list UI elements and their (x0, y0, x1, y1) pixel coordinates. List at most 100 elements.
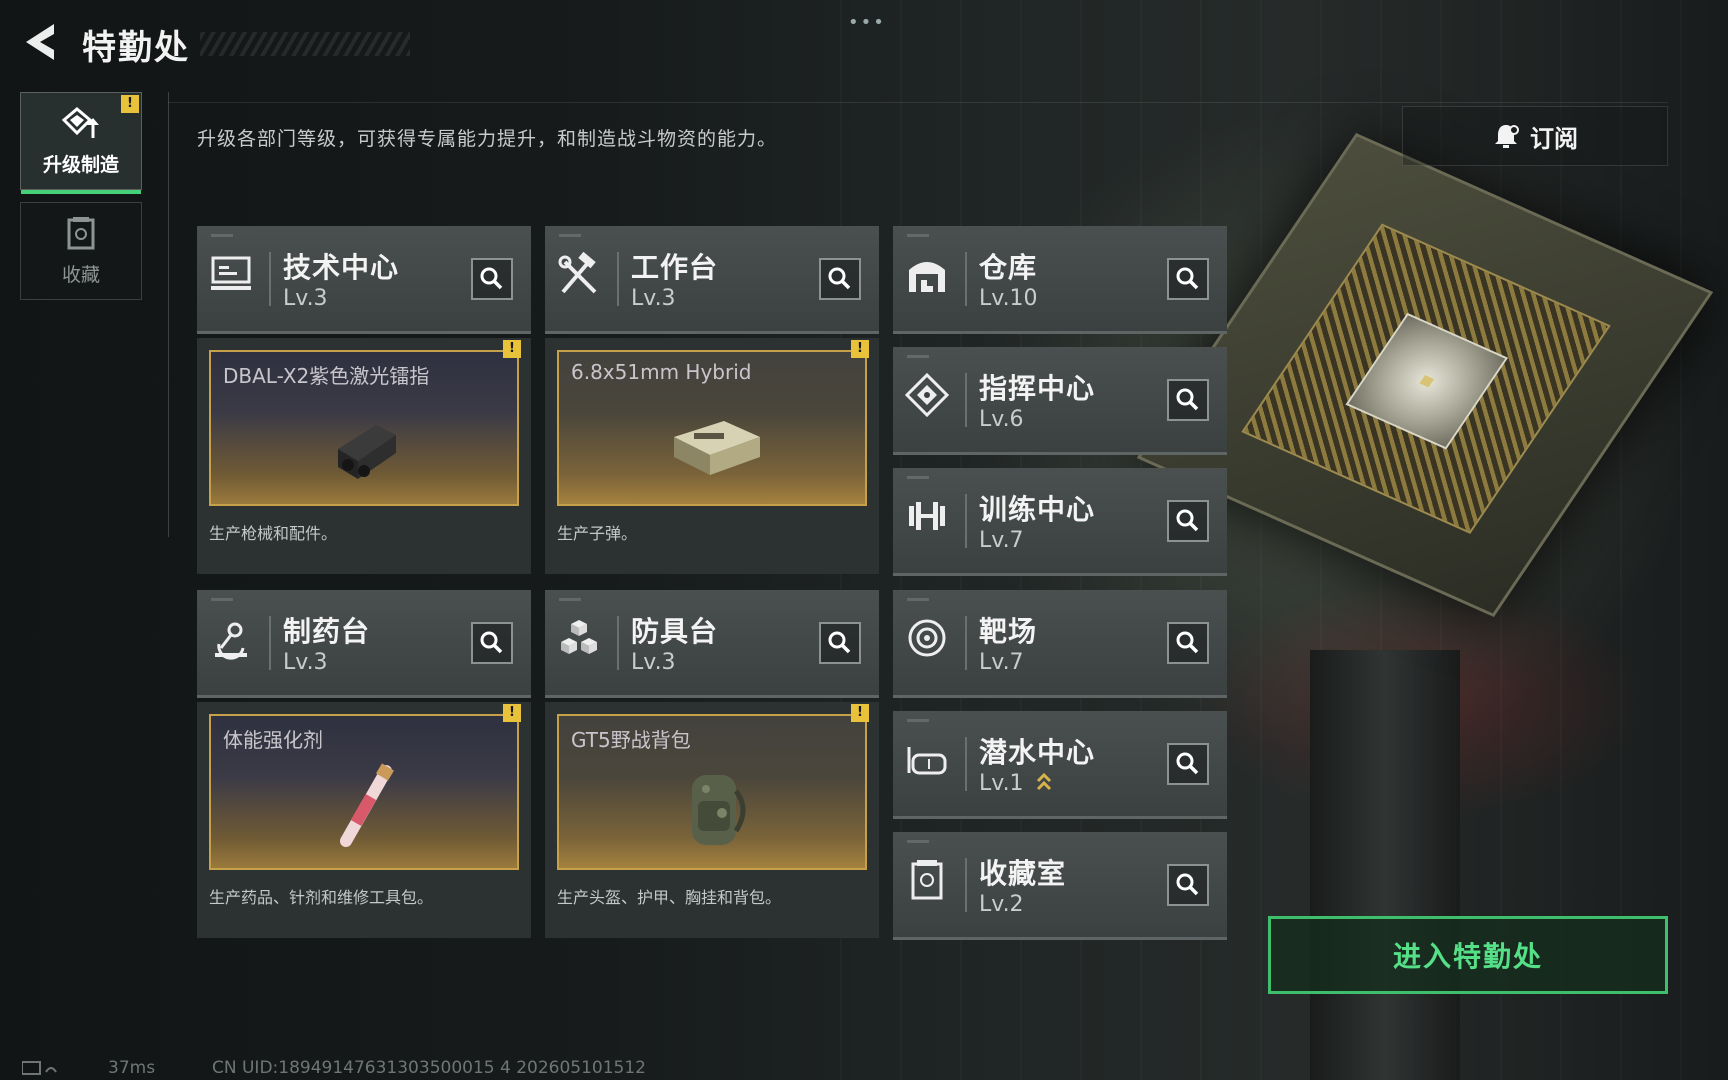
page-title: 特勤处 (82, 28, 190, 68)
card-decoration (907, 234, 929, 237)
search-button[interactable] (819, 622, 861, 664)
dept-name: 防具台 (631, 615, 719, 648)
command-icon (905, 373, 949, 417)
card-decoration (211, 234, 233, 237)
diving-mask-icon (907, 747, 947, 775)
backpack-image (692, 775, 746, 845)
alert-badge: ! (503, 704, 521, 722)
craft-slot-workbench[interactable]: 6.8x51mm Hybrid 生产子弹。 ! (545, 338, 879, 574)
tab-label: 升级制造 (42, 153, 119, 176)
dept-card-shooting-range[interactable]: 靶场 Lv.7 (893, 590, 1227, 698)
dept-name: 潜水中心 (979, 736, 1096, 769)
search-button[interactable] (819, 258, 861, 300)
card-decoration (907, 840, 929, 843)
dept-card-collection-room[interactable]: 收藏室 Lv.2 (893, 832, 1227, 940)
menu-dots[interactable]: ••• (848, 12, 886, 33)
dept-level: Lv.10 (979, 286, 1038, 311)
enter-special-ops-button[interactable]: 进入特勤处 (1268, 916, 1668, 994)
dept-card-armor-bench[interactable]: 防具台 Lv.3 (545, 590, 879, 698)
craft-item-box: DBAL-X2紫色激光镭指 (209, 350, 519, 506)
target-icon (908, 619, 946, 657)
search-button[interactable] (471, 622, 513, 664)
craft-item-name: GT5野战背包 (571, 728, 691, 752)
back-button[interactable] (20, 20, 60, 64)
dept-name: 收藏室 (979, 857, 1067, 890)
alert-badge: ! (851, 340, 869, 358)
tab-collection[interactable]: 收藏 (20, 202, 142, 300)
card-decoration (907, 719, 929, 722)
tab-label: 收藏 (61, 263, 100, 286)
pillar-decoration (1310, 650, 1460, 1080)
dept-name: 仓库 (979, 251, 1038, 284)
card-separator (965, 737, 967, 791)
search-button[interactable] (1167, 743, 1209, 785)
search-icon (1176, 752, 1199, 775)
card-decoration (211, 598, 233, 601)
dept-card-warehouse[interactable]: 仓库 Lv.10 (893, 226, 1227, 334)
divider (168, 92, 169, 537)
alert-badge: ! (121, 95, 139, 113)
search-button[interactable] (1167, 622, 1209, 664)
back-arrow-icon (26, 24, 54, 60)
hammer-wrench-icon (558, 252, 597, 294)
dept-level: Lv.3 (631, 650, 676, 675)
dept-name: 技术中心 (283, 251, 400, 284)
collection-room-icon (911, 860, 943, 900)
battery-wifi-icon (22, 1061, 57, 1075)
subscribe-label: 订阅 (1530, 124, 1578, 153)
microscope-icon (215, 622, 247, 660)
craft-item-name: 6.8x51mm Hybrid (571, 360, 752, 384)
dept-card-diving-center[interactable]: 潜水中心 Lv.1 (893, 711, 1227, 819)
cube-core (1345, 312, 1509, 450)
ammo-box-image (674, 421, 760, 475)
search-icon (1176, 388, 1199, 411)
craft-item-name: 体能强化剂 (223, 728, 323, 752)
search-icon (480, 267, 503, 290)
search-button[interactable] (471, 258, 513, 300)
craft-slot-armor-bench[interactable]: GT5野战背包 生产头盔、护甲、胸挂和背包。 ! (545, 702, 879, 938)
dept-level: Lv.3 (283, 286, 328, 311)
upgrade-arrow-icon (1036, 772, 1052, 791)
dept-level: Lv.6 (979, 407, 1024, 432)
tab-upgrade-craft[interactable]: 升级制造 ! (20, 92, 142, 194)
computer-icon (211, 256, 251, 290)
search-button[interactable] (1167, 258, 1209, 300)
dept-card-training-center[interactable]: 训练中心 Lv.7 (893, 468, 1227, 576)
syringe-image (340, 763, 395, 847)
subscribe-button[interactable]: 订阅 (1402, 106, 1668, 166)
dept-level: Lv.7 (979, 650, 1024, 675)
card-decoration (559, 234, 581, 237)
dept-level: Lv.7 (979, 528, 1024, 553)
card-decoration (559, 598, 581, 601)
page-description: 升级各部门等级，可获得专属能力提升，和制造战斗物资的能力。 (197, 128, 778, 150)
card-separator (965, 252, 967, 306)
alert-badge: ! (851, 704, 869, 722)
craft-item-box: GT5野战背包 (557, 714, 867, 870)
search-icon (1176, 631, 1199, 654)
dept-card-command-center[interactable]: 指挥中心 Lv.6 (893, 347, 1227, 455)
search-button[interactable] (1167, 864, 1209, 906)
craft-slot-pharmacy[interactable]: 体能强化剂 生产药品、针剂和维修工具包。 ! (197, 702, 531, 938)
dept-card-workbench[interactable]: 工作台 Lv.3 (545, 226, 879, 334)
craft-description: 生产子弹。 (557, 524, 638, 543)
card-separator (965, 373, 967, 427)
bell-icon (1495, 125, 1519, 148)
upgrade-icon (61, 106, 99, 138)
search-icon (828, 267, 851, 290)
search-icon (480, 631, 503, 654)
search-button[interactable] (1167, 500, 1209, 542)
dept-name: 指挥中心 (979, 372, 1096, 405)
craft-slot-tech-center[interactable]: DBAL-X2紫色激光镭指 生产枪械和配件。 ! (197, 338, 531, 574)
enter-button-label: 进入特勤处 (1392, 940, 1543, 973)
search-icon (1176, 267, 1199, 290)
dept-card-pharmacy[interactable]: 制药台 Lv.3 (197, 590, 531, 698)
search-button[interactable] (1167, 379, 1209, 421)
warehouse-icon (909, 262, 945, 292)
search-icon (1176, 509, 1199, 532)
dept-name: 制药台 (283, 615, 371, 648)
card-separator (617, 252, 619, 306)
ping-readout: 37ms (108, 1058, 156, 1078)
dept-card-tech-center[interactable]: 技术中心 Lv.3 (197, 226, 531, 334)
card-separator (617, 616, 619, 670)
cube-inner (1241, 223, 1611, 534)
